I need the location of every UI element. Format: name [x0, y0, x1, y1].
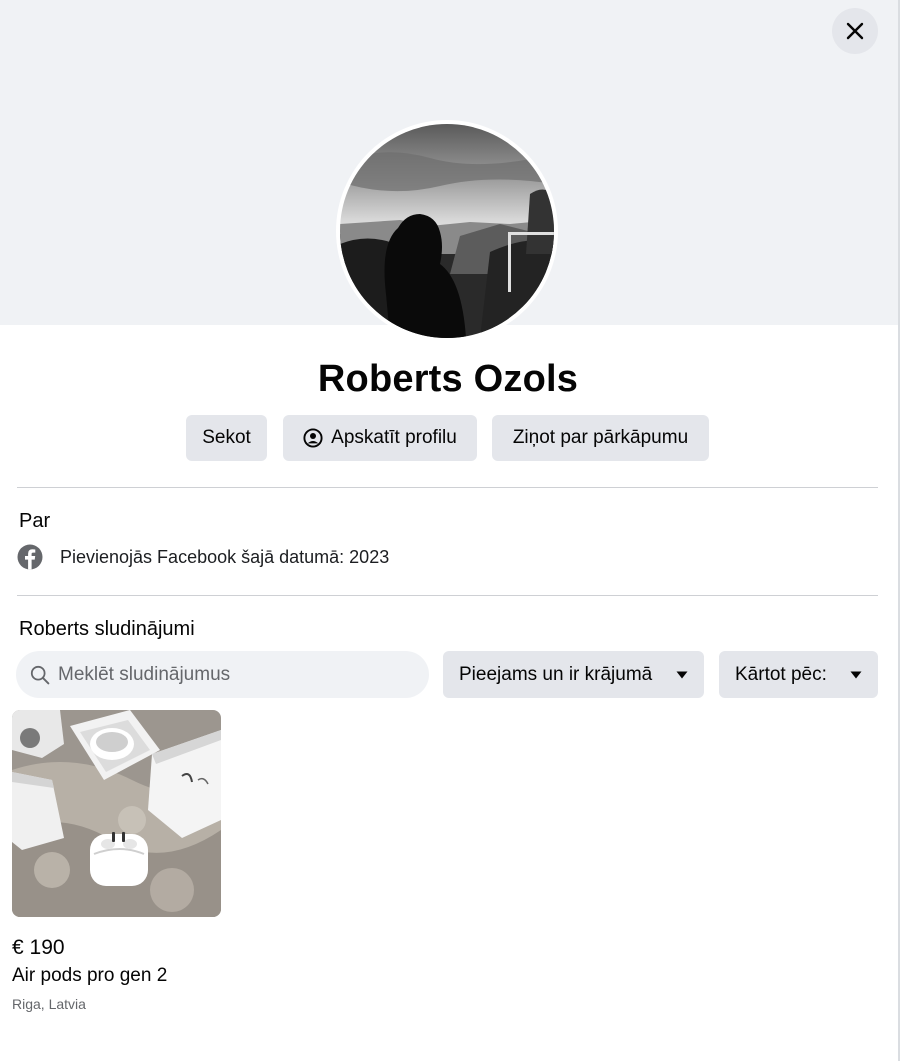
sort-dropdown[interactable]: Kārtot pēc:: [719, 651, 878, 698]
facebook-icon: [17, 544, 43, 570]
availability-filter-dropdown[interactable]: Pieejams un ir krājumā: [443, 651, 704, 698]
user-circle-icon: [303, 428, 323, 448]
profile-avatar[interactable]: [336, 120, 558, 342]
report-button[interactable]: Ziņot par pārkāpumu: [492, 415, 709, 461]
profile-name: Roberts Ozols: [317, 358, 579, 400]
listing-price: € 190: [12, 936, 65, 959]
listing-photo[interactable]: [12, 710, 221, 917]
follow-button-label: Sekot: [202, 427, 251, 448]
follow-button[interactable]: Sekot: [186, 415, 267, 461]
listing-title: Air pods pro gen 2: [12, 965, 168, 986]
listings-heading: Roberts sludinājumi: [19, 618, 195, 640]
sort-label: Kārtot pēc:: [735, 663, 827, 685]
caret-down-icon: [850, 671, 862, 679]
section-divider: [17, 487, 878, 488]
view-profile-label: Apskatīt profilu: [331, 427, 457, 448]
joined-date-text: Pievienojās Facebook šajā datumā: 2023: [60, 546, 390, 567]
search-input[interactable]: [58, 663, 398, 686]
listing-location: Riga, Latvia: [12, 996, 86, 1012]
view-profile-button[interactable]: Apskatīt profilu: [283, 415, 477, 461]
section-divider: [17, 595, 878, 596]
listing-search-box[interactable]: [16, 651, 429, 698]
report-button-label: Ziņot par pārkāpumu: [512, 427, 689, 448]
listing-card[interactable]: € 190 Air pods pro gen 2 Riga, Latvia: [12, 710, 222, 1012]
close-icon: [846, 22, 864, 40]
about-heading: Par: [19, 510, 51, 532]
availability-filter-label: Pieejams un ir krājumā: [459, 663, 653, 685]
joined-info: Pievienojās Facebook šajā datumā: 2023: [17, 544, 389, 570]
caret-down-icon: [676, 671, 688, 679]
avatar-photo: [340, 124, 554, 338]
close-button[interactable]: [832, 8, 878, 54]
search-icon: [30, 665, 50, 685]
